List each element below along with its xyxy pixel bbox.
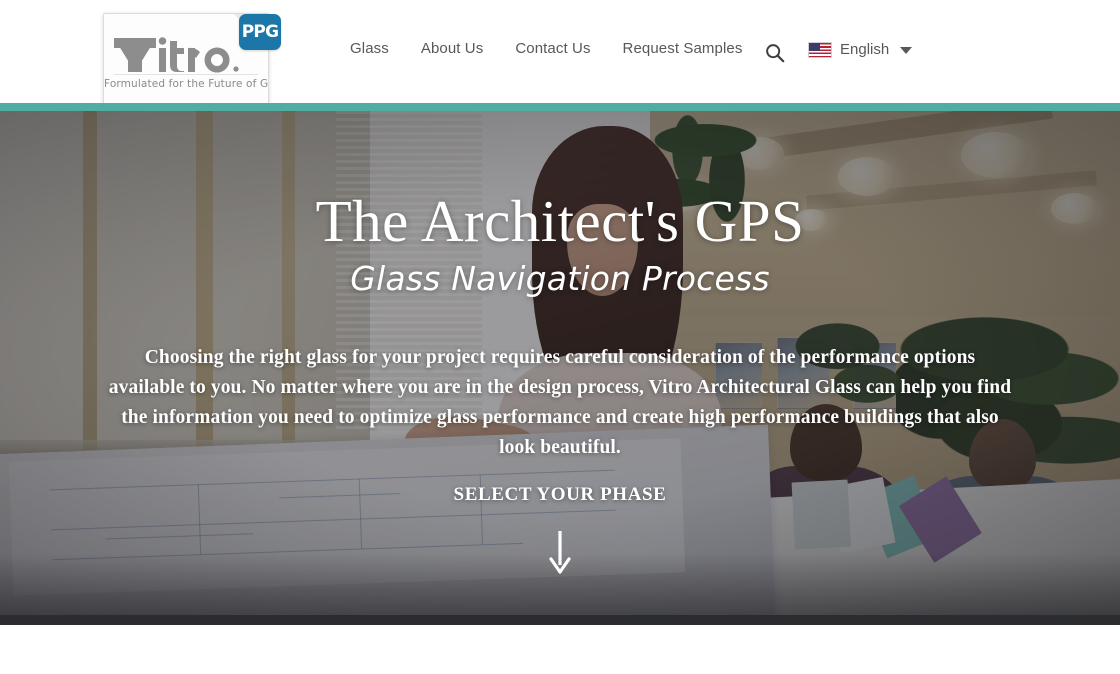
nav-item-glass[interactable]: Glass [350,40,421,57]
page-body-below-hero [0,625,1120,674]
nav-item-request-samples[interactable]: Request Samples [623,40,775,57]
search-icon[interactable] [764,42,786,64]
hero-title: The Architect's GPS [315,188,805,254]
main-navigation: Glass About Us Contact Us Request Sample… [350,40,774,57]
ppg-badge-label: PPG [241,22,279,42]
hero-subtitle: Glass Navigation Process [350,259,770,298]
arrow-down-icon[interactable] [547,529,573,575]
ppg-badge[interactable]: PPG [239,14,281,50]
select-your-phase-label: SELECT YOUR PHASE [453,484,667,505]
language-label: English [840,41,890,58]
logo-divider [114,74,258,75]
chevron-down-icon[interactable] [900,47,913,54]
language-selector[interactable]: English [808,41,913,58]
us-flag-icon [808,41,832,58]
logo-tagline: Formulated for the Future of Glass [104,78,269,90]
site-header: Formulated for the Future of Glass PPG G… [0,0,1120,106]
nav-item-contact-us[interactable]: Contact Us [515,40,622,57]
hero-content: The Architect's GPS Glass Navigation Pro… [0,111,1120,625]
nav-item-about-us[interactable]: About Us [421,40,516,57]
hero-section: The Architect's GPS Glass Navigation Pro… [0,111,1120,625]
page-root: Formulated for the Future of Glass PPG G… [0,0,1120,674]
accent-bar [0,103,1120,111]
hero-description: Choosing the right glass for your projec… [108,347,1012,458]
